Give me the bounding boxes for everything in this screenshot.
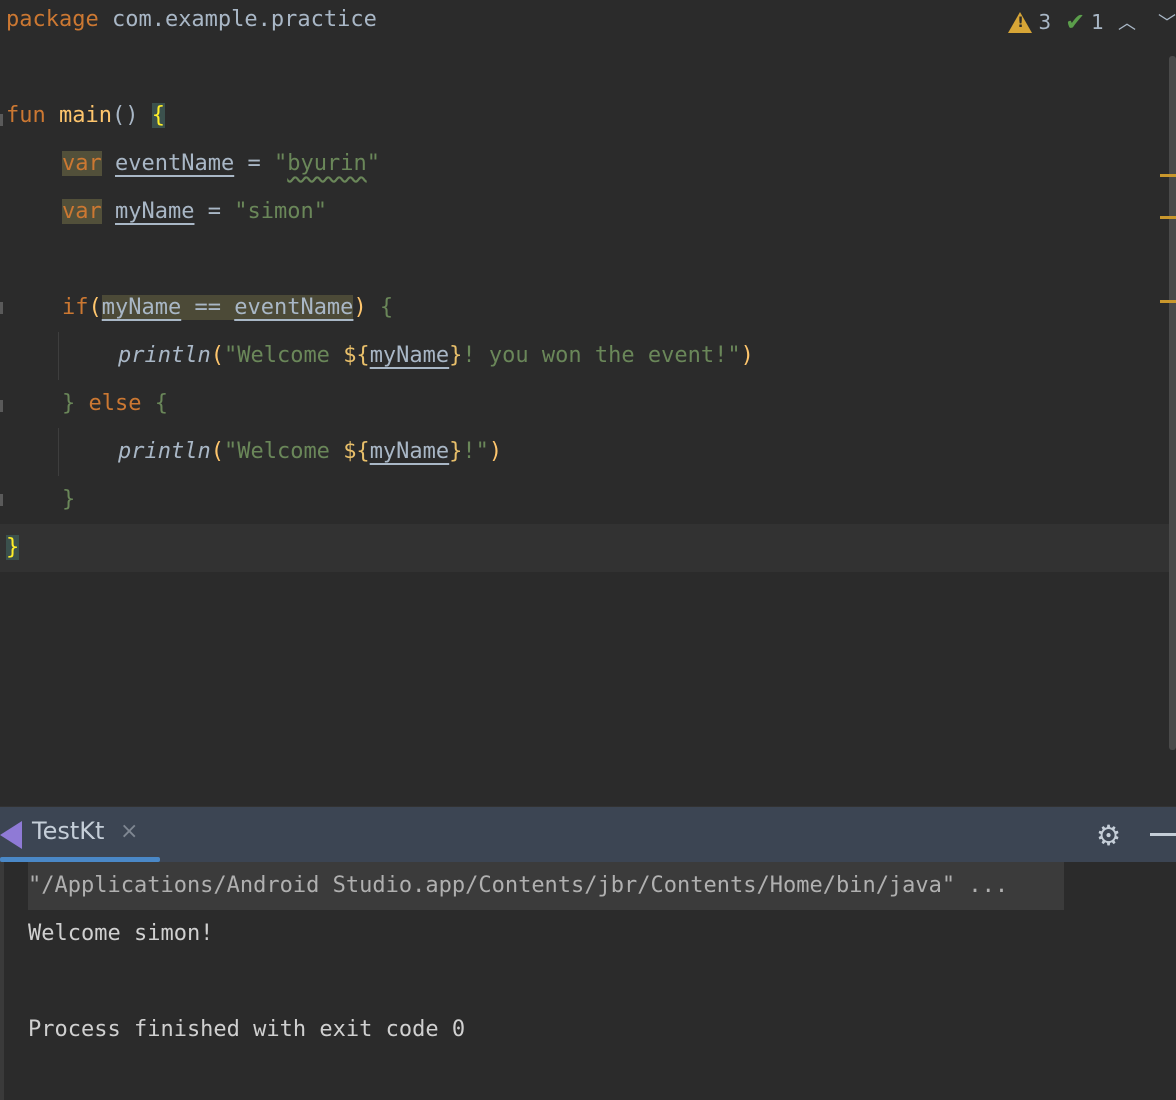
var-keyword: var bbox=[62, 151, 102, 176]
else-keyword: else bbox=[75, 391, 142, 416]
console-command: "/Applications/Android Studio.app/Conten… bbox=[28, 873, 1009, 898]
warnings-count: 3 bbox=[1038, 10, 1052, 34]
code-line-close-main[interactable]: } bbox=[6, 524, 20, 572]
typos-count: 1 bbox=[1091, 10, 1104, 34]
string-literal: "Welcome bbox=[223, 439, 344, 464]
code-line-println-1[interactable]: println("Welcome ${myName}! you won the … bbox=[118, 332, 754, 380]
warning-stripe-marker[interactable] bbox=[1160, 174, 1176, 177]
template-variable: myName bbox=[369, 343, 450, 368]
paren-close: ) bbox=[488, 439, 503, 464]
paren-open: ( bbox=[210, 343, 224, 368]
warning-stripe-marker[interactable] bbox=[1160, 300, 1176, 303]
code-line-var-myname[interactable]: var myName = "simon" bbox=[62, 188, 327, 236]
string-quote: " bbox=[366, 151, 380, 176]
console-exit-status: Process finished with exit code 0 bbox=[28, 1017, 466, 1042]
template-open: ${ bbox=[343, 439, 370, 464]
fun-keyword: fun bbox=[6, 103, 46, 128]
variable-eventname-ref: eventName bbox=[234, 295, 354, 320]
gear-icon[interactable]: ⚙ bbox=[1096, 819, 1121, 852]
paren-open: ( bbox=[210, 439, 224, 464]
code-line-if[interactable]: if(myName == eventName) { bbox=[62, 284, 393, 332]
string-literal: "simon" bbox=[234, 199, 327, 224]
minimize-icon[interactable] bbox=[1150, 833, 1176, 836]
variable-eventname: eventName bbox=[115, 151, 235, 176]
variable-myname: myName bbox=[115, 199, 195, 224]
code-line-else[interactable]: } else { bbox=[62, 380, 168, 428]
typo-string: byurin bbox=[287, 151, 367, 176]
chevron-down-icon[interactable]: ﹀ bbox=[1158, 9, 1176, 35]
current-line-highlight bbox=[0, 524, 1176, 572]
assign-operator: = bbox=[194, 199, 235, 224]
run-tab-title[interactable]: TestKt bbox=[32, 817, 104, 845]
kotlin-icon bbox=[0, 821, 22, 849]
println-call: println bbox=[118, 439, 211, 464]
package-keyword: package bbox=[6, 7, 99, 32]
matched-brace: } bbox=[6, 535, 20, 560]
string-literal: "Welcome bbox=[223, 343, 344, 368]
package-name: com.example.practice bbox=[98, 7, 377, 32]
fold-marker[interactable] bbox=[0, 494, 3, 506]
code-line-package[interactable]: package com.example.practice bbox=[6, 0, 377, 44]
assign-operator: = bbox=[234, 151, 274, 176]
fold-marker[interactable] bbox=[0, 400, 3, 412]
function-parens: () bbox=[111, 103, 139, 128]
fold-marker[interactable] bbox=[0, 302, 3, 314]
inspection-widget[interactable]: 3 ✔ 1 ︿ ﹀ bbox=[1008, 6, 1176, 38]
run-panel-header: TestKt × ⚙ bbox=[0, 806, 1176, 863]
brace-open: { bbox=[141, 391, 168, 416]
template-close: } bbox=[449, 343, 463, 368]
indent-guide bbox=[58, 428, 59, 476]
equals-operator: == bbox=[181, 295, 235, 320]
if-keyword: if bbox=[62, 295, 89, 320]
close-icon[interactable]: × bbox=[120, 819, 138, 844]
warnings-indicator[interactable]: 3 bbox=[1008, 10, 1051, 34]
paren-open: ( bbox=[88, 295, 102, 320]
fold-marker[interactable] bbox=[0, 114, 3, 126]
warning-icon bbox=[1008, 11, 1033, 33]
typos-indicator[interactable]: ✔ 1 bbox=[1065, 8, 1104, 36]
indent-guide bbox=[58, 332, 59, 380]
code-editor[interactable]: package com.example.practice fun main() … bbox=[0, 0, 1176, 806]
string-literal: ! you won the event!" bbox=[462, 343, 741, 368]
warning-stripe-marker[interactable] bbox=[1160, 216, 1176, 219]
editor-scrollbar[interactable] bbox=[1169, 56, 1176, 750]
var-keyword: var bbox=[62, 199, 102, 224]
typo-check-icon: ✔ bbox=[1065, 8, 1086, 36]
paren-close: ) bbox=[740, 343, 754, 368]
brace-open: { bbox=[366, 295, 394, 320]
matched-brace: { bbox=[151, 103, 165, 128]
string-quote: " bbox=[273, 151, 288, 176]
code-line-fun[interactable]: fun main() { bbox=[6, 92, 165, 140]
variable-myname-ref: myName bbox=[101, 295, 182, 320]
template-close: } bbox=[449, 439, 463, 464]
string-literal: !" bbox=[462, 439, 489, 464]
template-open: ${ bbox=[343, 343, 370, 368]
code-line-close-if[interactable]: } bbox=[62, 476, 75, 524]
run-console[interactable]: "/Applications/Android Studio.app/Conten… bbox=[0, 862, 1176, 1100]
template-variable: myName bbox=[369, 439, 450, 464]
paren-close: ) bbox=[353, 295, 367, 320]
brace-close: } bbox=[62, 487, 76, 512]
code-line-println-2[interactable]: println("Welcome ${myName}!") bbox=[118, 428, 502, 476]
chevron-up-icon[interactable]: ︿ bbox=[1118, 9, 1136, 35]
println-call: println bbox=[118, 343, 211, 368]
brace-close: } bbox=[62, 391, 76, 416]
console-output: Welcome simon! bbox=[28, 921, 214, 946]
function-name: main bbox=[45, 103, 112, 128]
code-line-var-eventname[interactable]: var eventName = "byurin" bbox=[62, 140, 380, 188]
